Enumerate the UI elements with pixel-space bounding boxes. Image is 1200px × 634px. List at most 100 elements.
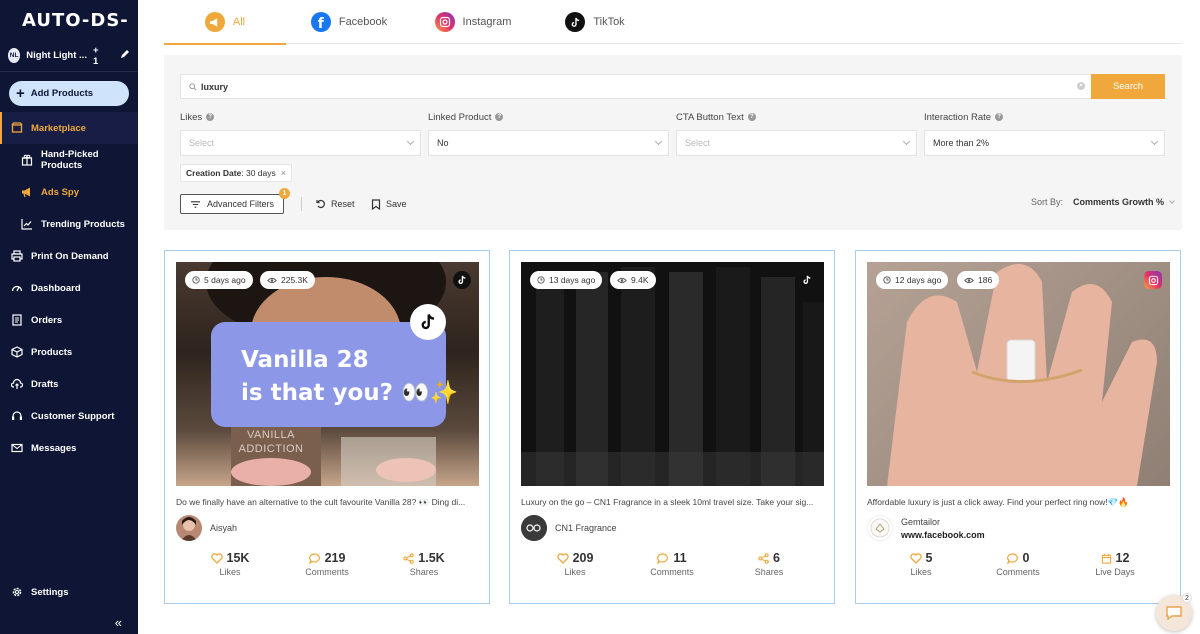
- help-icon[interactable]: ?: [206, 113, 215, 121]
- tab-facebook[interactable]: f Facebook: [286, 0, 412, 44]
- stat-value: 5: [925, 551, 933, 565]
- likes-select[interactable]: Select: [180, 130, 421, 156]
- cta-label: CTA Button Text: [676, 111, 744, 123]
- cloud-upload-icon: [11, 378, 23, 390]
- add-products-label: Add Products: [30, 88, 94, 99]
- stat-label: Comments: [650, 567, 694, 577]
- store-selector[interactable]: NL Night Light ... + 1: [0, 40, 138, 72]
- eye-icon: [617, 277, 627, 283]
- sidebar-item-label: Orders: [31, 314, 63, 326]
- sidebar: AUTO-DS- NL Night Light ... + 1 + Add Pr…: [0, 0, 138, 634]
- stat-value: 6: [773, 551, 780, 565]
- advanced-filters-count-badge: 1: [279, 188, 290, 199]
- remove-chip-icon[interactable]: ×: [281, 168, 286, 178]
- sidebar-item-ads-spy[interactable]: Ads Spy: [0, 176, 138, 208]
- sidebar-item-customer-support[interactable]: Customer Support: [0, 400, 138, 432]
- stat-value: 12: [1115, 551, 1130, 565]
- tiktok-icon: [453, 271, 471, 289]
- likes-filter: Likes? Select: [180, 110, 421, 156]
- views-text: 225.3K: [281, 275, 308, 285]
- instagram-icon: [434, 12, 455, 32]
- views-text: 186: [978, 275, 993, 285]
- stat-likes: 5 Likes: [886, 551, 956, 577]
- sidebar-item-dashboard[interactable]: Dashboard: [0, 272, 138, 304]
- platform-tabs: All f Facebook Instagram TikTok: [164, 0, 1182, 45]
- ad-caption: Do we finally have an alternative to the…: [176, 497, 466, 507]
- ad-thumbnail[interactable]: 13 days ago 9.4K: [521, 262, 824, 486]
- author-link[interactable]: www.facebook.com: [901, 530, 985, 540]
- megaphone-icon: [204, 12, 225, 32]
- sidebar-item-label: Messages: [31, 442, 77, 454]
- tab-instagram[interactable]: Instagram: [412, 0, 534, 44]
- sidebar-item-drafts[interactable]: Drafts: [0, 368, 138, 400]
- tiktok-icon: [410, 304, 446, 340]
- sort-by[interactable]: Sort By: Comments Growth %: [1031, 197, 1175, 207]
- clear-search-icon[interactable]: ×: [1077, 82, 1085, 90]
- chip-key: Creation Date: [186, 168, 242, 178]
- overlay-line: is that you? 👀✨: [241, 380, 459, 406]
- ad-author[interactable]: CN1 Fragrance: [521, 515, 617, 541]
- edit-icon[interactable]: [120, 49, 130, 62]
- stat-label: Likes: [910, 567, 932, 577]
- help-icon[interactable]: ?: [995, 113, 1004, 121]
- tab-label: Facebook: [338, 16, 388, 28]
- linked-product-select[interactable]: No: [428, 130, 669, 156]
- sidebar-item-label: Settings: [31, 586, 69, 598]
- stat-comments: 11 Comments: [637, 551, 707, 577]
- advanced-filters-label: Advanced Filters: [206, 199, 275, 209]
- megaphone-icon: [21, 186, 33, 198]
- chip-value: : 30 days: [241, 168, 276, 178]
- chevron-down-icon: [1150, 137, 1159, 146]
- sidebar-item-label: Dashboard: [31, 282, 81, 294]
- author-name: Aisyah: [210, 523, 238, 533]
- cta-select[interactable]: Select: [676, 130, 917, 156]
- stat-value: 11: [673, 551, 687, 565]
- sidebar-item-trending-products[interactable]: Trending Products: [0, 208, 138, 240]
- sidebar-item-label: Ads Spy: [41, 186, 80, 198]
- reset-button[interactable]: Reset: [316, 197, 355, 211]
- sidebar-item-orders[interactable]: Orders: [0, 304, 138, 336]
- age-text: 5 days ago: [204, 275, 246, 285]
- tab-label: Instagram: [462, 16, 512, 28]
- facebook-icon: f: [310, 12, 331, 32]
- ad-card[interactable]: Vanilla 28 is that you? 👀✨ VANILLA ADDIC…: [164, 250, 490, 604]
- sidebar-item-hand-picked[interactable]: Hand-Picked Products: [0, 144, 138, 176]
- stat-likes: 15K Likes: [195, 551, 265, 577]
- linked-product-filter: Linked Product? No: [428, 110, 669, 156]
- comment-icon: [1006, 552, 1018, 564]
- ad-author[interactable]: Aisyah: [176, 515, 237, 541]
- sidebar-item-products[interactable]: Products: [0, 336, 138, 368]
- app-logo[interactable]: AUTO-DS-: [0, 0, 138, 40]
- bottle-label-line: ADDICTION: [238, 443, 304, 455]
- search-input[interactable]: luxury ×: [180, 74, 1092, 99]
- ad-author[interactable]: Gemtailor www.facebook.com: [867, 515, 985, 541]
- help-icon[interactable]: ?: [495, 113, 504, 121]
- tab-all[interactable]: All: [164, 0, 286, 45]
- collapse-sidebar-button[interactable]: «: [115, 615, 122, 630]
- sidebar-item-marketplace[interactable]: Marketplace: [0, 112, 138, 144]
- sidebar-item-label: Marketplace: [31, 122, 86, 134]
- instagram-icon: [1144, 271, 1162, 289]
- likes-value: Select: [189, 138, 215, 148]
- ad-thumbnail[interactable]: 12 days ago 186: [867, 262, 1170, 486]
- save-button[interactable]: Save: [371, 197, 407, 211]
- sidebar-item-settings[interactable]: Settings: [0, 576, 138, 608]
- ad-thumbnail[interactable]: Vanilla 28 is that you? 👀✨ VANILLA ADDIC…: [176, 262, 479, 486]
- advanced-filters-button[interactable]: Advanced Filters: [180, 194, 284, 214]
- help-icon[interactable]: ?: [747, 113, 756, 121]
- ad-card[interactable]: 13 days ago 9.4K Luxury on the go – CN1 …: [509, 250, 835, 604]
- sidebar-item-messages[interactable]: Messages: [0, 432, 138, 464]
- chat-icon: [1166, 606, 1182, 621]
- stat-label: Likes: [564, 567, 586, 577]
- add-products-button[interactable]: + Add Products: [9, 81, 129, 106]
- tab-tiktok[interactable]: TikTok: [534, 0, 656, 44]
- search-button[interactable]: Search: [1091, 74, 1165, 99]
- linked-product-label: Linked Product: [428, 111, 492, 123]
- gift-icon: [21, 154, 33, 166]
- ad-card[interactable]: 12 days ago 186 Affordable luxury is jus…: [855, 250, 1181, 604]
- creation-date-chip: Creation Date: 30 days ×: [180, 164, 293, 182]
- sidebar-item-print-on-demand[interactable]: Print On Demand: [0, 240, 138, 272]
- store-icon: [11, 122, 23, 134]
- eye-icon: [267, 277, 277, 283]
- interaction-rate-select[interactable]: More than 2%: [924, 130, 1165, 156]
